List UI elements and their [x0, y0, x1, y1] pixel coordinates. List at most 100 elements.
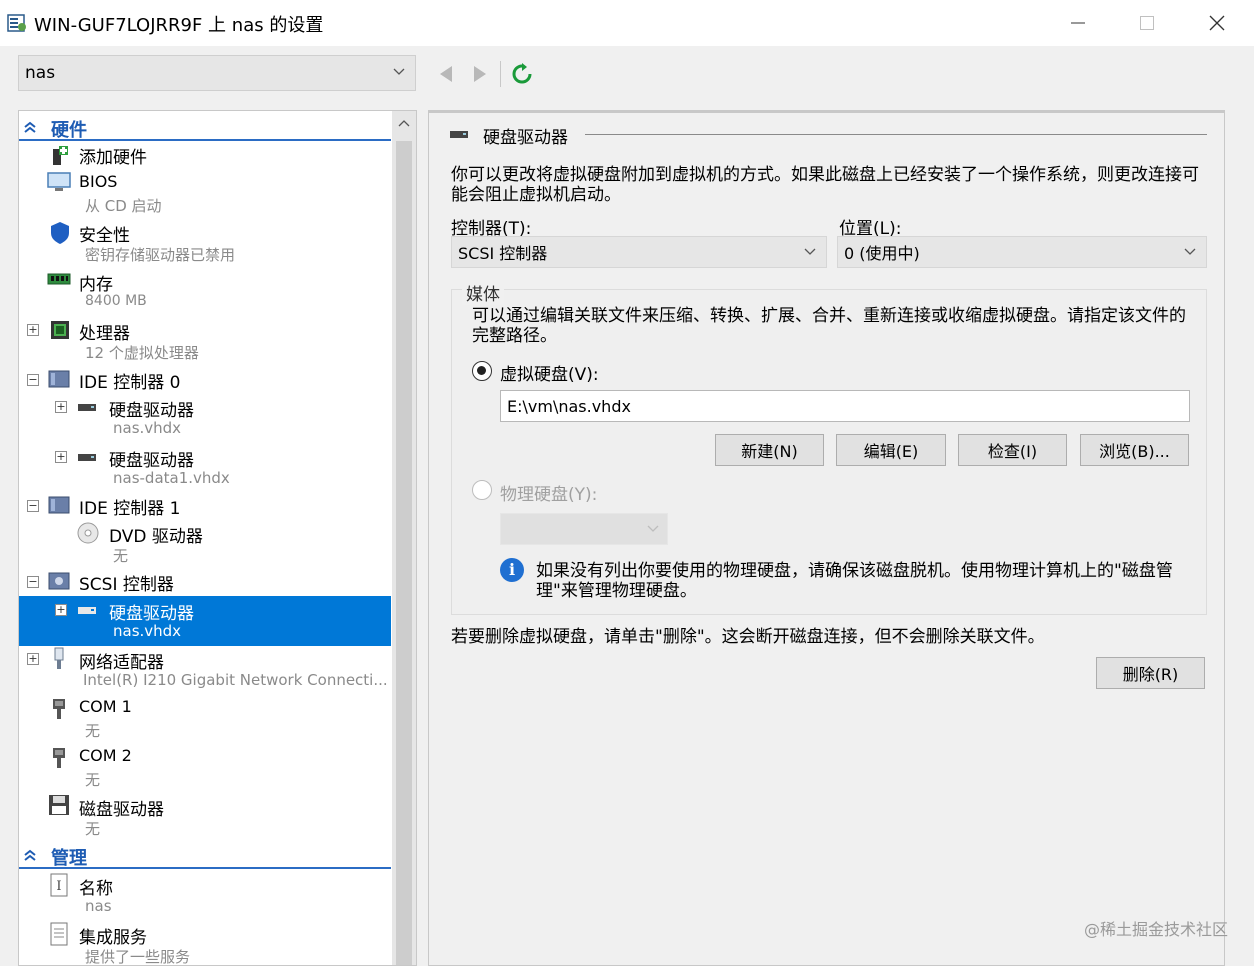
tree-item-sub: nas-data1.vhdx: [113, 469, 230, 487]
new-button[interactable]: 新建(N): [715, 434, 824, 466]
tree-item-floppy-drive[interactable]: 磁盘驱动器 无: [19, 793, 391, 841]
tree-item-bios[interactable]: BIOS 从 CD 启动: [19, 170, 391, 218]
tree-item-name[interactable]: I 名称 nas: [19, 872, 391, 920]
floppy-icon: [49, 795, 69, 815]
tree-item-label: 集成服务: [79, 928, 147, 948]
collapse-chevron-icon[interactable]: [23, 848, 37, 862]
expand-toggle[interactable]: +: [27, 653, 39, 665]
tree-item-com2[interactable]: COM 2 无: [19, 744, 391, 792]
section-header-label: 管理: [51, 848, 87, 869]
tree-item-com1[interactable]: COM 1 无: [19, 695, 391, 743]
inspect-button[interactable]: 检查(I): [958, 434, 1067, 466]
physical-disk-dropdown[interactable]: [500, 513, 668, 545]
tree-item-sub: 无: [113, 547, 129, 565]
physical-info-text: 如果没有列出你要使用的物理硬盘，请确保该磁盘脱机。使用物理计算机上的"磁盘管理"…: [536, 561, 1173, 601]
collapse-chevron-icon[interactable]: [23, 120, 37, 134]
chevron-down-icon: [1184, 248, 1196, 255]
virtual-disk-label: 虚拟硬盘(V):: [500, 365, 599, 385]
tree-item-label: 内存: [79, 275, 113, 295]
window-title: WIN-GUF7LOJRR9F 上 nas 的设置: [34, 15, 324, 36]
vhd-path-input[interactable]: E:\vm\nas.vhdx: [500, 390, 1190, 422]
tree-item-label: 硬盘驱动器: [109, 401, 194, 421]
section-header-hardware[interactable]: 硬件: [19, 115, 391, 141]
hard-drive-icon: [78, 607, 96, 614]
tree-item-label: 添加硬件: [79, 148, 147, 168]
edit-button[interactable]: 编辑(E): [836, 434, 946, 466]
hard-drive-icon: [450, 131, 468, 138]
tree-item-integration-services[interactable]: 集成服务 提供了一些服务: [19, 921, 391, 965]
expand-toggle[interactable]: +: [55, 401, 67, 413]
title-divider: [585, 134, 1207, 135]
hard-drive-icon: [78, 404, 96, 411]
scrollbar-thumb[interactable]: [396, 141, 412, 965]
tree-item-hard-drive-ide0-0[interactable]: + 硬盘驱动器 nas.vhdx: [19, 394, 391, 442]
ide-controller-icon: [48, 496, 70, 514]
tree-item-sub: nas: [85, 897, 112, 915]
tree-scrollbar[interactable]: [392, 111, 416, 965]
media-group: 媒体 可以通过编辑关联文件来压缩、转换、扩展、合并、重新连接或收缩虚拟硬盘。请指…: [451, 280, 1207, 615]
tree-item-sub: nas.vhdx: [113, 419, 182, 437]
tree-item-security[interactable]: 安全性 密钥存储驱动器已禁用: [19, 219, 391, 267]
collapse-toggle[interactable]: −: [27, 374, 39, 386]
back-arrow-icon[interactable]: [436, 63, 458, 85]
tree-item-ide-controller-0[interactable]: − IDE 控制器 0: [19, 367, 391, 393]
controller-dropdown[interactable]: SCSI 控制器: [451, 236, 827, 268]
network-adapter-icon: [54, 647, 64, 669]
tree-item-ide-controller-1[interactable]: − IDE 控制器 1: [19, 493, 391, 519]
tree-item-sub: 密钥存储驱动器已禁用: [85, 246, 236, 264]
watermark: @稀土掘金技术社区: [1083, 920, 1228, 939]
collapse-toggle[interactable]: −: [27, 576, 39, 588]
section-header-management[interactable]: 管理: [19, 843, 391, 869]
shield-icon: [51, 222, 69, 244]
forward-arrow-icon[interactable]: [468, 63, 490, 85]
vm-selector[interactable]: nas: [18, 55, 416, 91]
toolbar-divider: [500, 61, 501, 87]
physical-disk-radio[interactable]: [472, 480, 492, 500]
tree-item-dvd-drive[interactable]: DVD 驱动器 无: [19, 520, 391, 568]
remove-note-text: 若要删除虚拟硬盘，请单击"删除"。这会断开磁盘连接，但不会删除关联文件。: [451, 627, 1045, 647]
description-text: 你可以更改将虚拟硬盘附加到虚拟机的方式。如果此磁盘上已经安装了一个操作系统，则更…: [451, 165, 1199, 205]
tree-item-label: DVD 驱动器: [109, 527, 203, 547]
tree-item-add-hardware[interactable]: 添加硬件: [19, 143, 391, 169]
expand-toggle[interactable]: +: [55, 451, 67, 463]
toolbar: nas: [0, 55, 1254, 95]
collapse-toggle[interactable]: −: [27, 500, 39, 512]
location-dropdown[interactable]: 0 (使用中): [837, 236, 1207, 268]
tree-item-sub: 8400 MB: [85, 293, 147, 309]
chevron-up-icon[interactable]: [398, 119, 410, 127]
chevron-down-icon: [647, 525, 659, 532]
maximize-button[interactable]: [1112, 0, 1182, 46]
memory-icon: [47, 273, 71, 285]
minimize-button[interactable]: [1043, 0, 1113, 46]
maximize-icon: [1140, 16, 1154, 30]
remove-button[interactable]: 删除(R): [1096, 657, 1205, 689]
tree-item-sub: Intel(R) I210 Gigabit Network Connecti..…: [83, 671, 388, 689]
tree-item-label: 磁盘驱动器: [79, 800, 164, 820]
tree-item-label: BIOS: [79, 172, 118, 191]
media-group-title: 媒体: [462, 280, 504, 305]
com-port-icon: [53, 748, 65, 768]
expand-toggle[interactable]: +: [55, 604, 67, 616]
title-bar: WIN-GUF7LOJRR9F 上 nas 的设置: [0, 0, 1254, 46]
location-dropdown-value: 0 (使用中): [844, 244, 920, 263]
virtual-disk-radio[interactable]: [472, 361, 492, 381]
browse-button[interactable]: 浏览(B)...: [1080, 434, 1189, 466]
chevron-down-icon: [804, 248, 816, 255]
tree-item-label: COM 1: [79, 697, 132, 716]
expand-toggle[interactable]: +: [27, 324, 39, 336]
tree-item-sub: 无: [85, 771, 101, 789]
tree-item-hard-drive-scsi-0[interactable]: + 硬盘驱动器 nas.vhdx: [19, 596, 391, 646]
tree-item-scsi-controller[interactable]: − SCSI 控制器: [19, 569, 391, 595]
tree-item-label: IDE 控制器 1: [79, 499, 181, 519]
close-button[interactable]: [1182, 0, 1252, 46]
refresh-icon[interactable]: [511, 63, 533, 85]
tree-item-hard-drive-ide0-1[interactable]: + 硬盘驱动器 nas-data1.vhdx: [19, 444, 391, 492]
integration-services-icon: [50, 922, 68, 946]
tree-item-processor[interactable]: + 处理器 12 个虚拟处理器: [19, 317, 391, 365]
tree-item-label: 硬盘驱动器: [109, 451, 194, 471]
physical-disk-label: 物理硬盘(Y):: [500, 485, 598, 505]
bios-icon: [47, 172, 71, 191]
tree-item-memory[interactable]: 内存 8400 MB: [19, 268, 391, 316]
add-hardware-icon: [53, 146, 68, 165]
tree-item-network-adapter[interactable]: + 网络适配器 Intel(R) I210 Gigabit Network Co…: [19, 646, 391, 694]
